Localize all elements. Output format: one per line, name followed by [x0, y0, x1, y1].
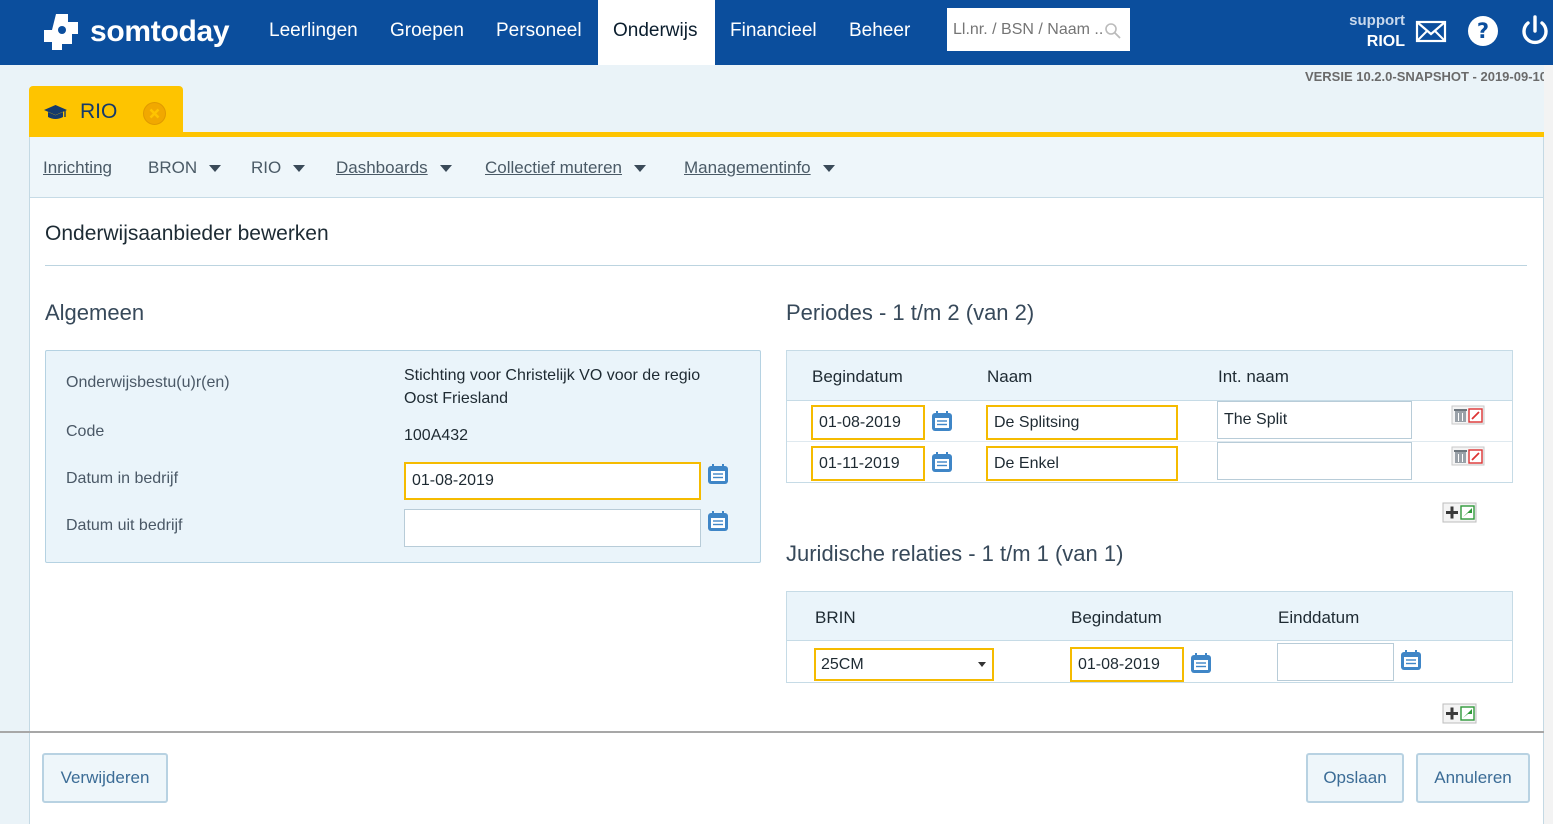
- delete-button[interactable]: Verwijderen: [42, 753, 168, 803]
- scrollbar[interactable]: [1544, 65, 1553, 824]
- section-title-algemeen: Algemeen: [45, 300, 145, 325]
- nav-beheer[interactable]: Beheer: [834, 0, 925, 65]
- divider: [45, 265, 1527, 266]
- nav-groepen[interactable]: Groepen: [375, 0, 479, 65]
- calendar-icon[interactable]: [1400, 649, 1422, 671]
- value-code: 100A432: [404, 427, 469, 444]
- caret-down-icon: [822, 164, 835, 172]
- calendar-icon[interactable]: [1190, 652, 1212, 674]
- dropdown-arrow-icon: [978, 662, 986, 667]
- periode-naam-input[interactable]: [986, 405, 1178, 440]
- column-header-begindatum: Begindatum: [812, 367, 903, 386]
- section-title-periodes: Periodes - 1 t/m 2 (van 2): [786, 300, 1035, 325]
- subnav-rio[interactable]: RIO: [251, 158, 306, 178]
- help-icon[interactable]: ?: [1466, 14, 1500, 48]
- column-header-begindatum: Begindatum: [1071, 608, 1162, 627]
- logo-text: somtoday: [90, 15, 230, 48]
- caret-down-icon: [209, 164, 222, 172]
- page-title: Onderwijsaanbieder bewerken: [45, 222, 329, 245]
- search-icon[interactable]: [1104, 22, 1122, 40]
- nav-financieel[interactable]: Financieel: [715, 0, 832, 65]
- top-bar: somtoday Leerlingen Groepen Personeel On…: [0, 0, 1553, 65]
- relatie-begindatum-input[interactable]: [1070, 647, 1184, 682]
- column-header-int-naam: Int. naam: [1218, 367, 1289, 386]
- cancel-button[interactable]: Annuleren: [1416, 753, 1530, 803]
- power-icon[interactable]: [1518, 14, 1552, 48]
- graduation-cap-icon: [44, 105, 67, 119]
- calendar-icon[interactable]: [931, 451, 953, 473]
- delete-row-icon[interactable]: [1451, 446, 1485, 466]
- label-datum-uit-bedrijf: Datum uit bedrijf: [66, 517, 183, 534]
- subnav-bron-label: BRON: [148, 158, 198, 177]
- subnav-dashboards-label: Dashboards: [336, 158, 428, 177]
- tab-label: RIO: [80, 100, 118, 123]
- user-role: support: [1349, 12, 1405, 29]
- user-name: RIOL: [1366, 33, 1405, 50]
- label-code: Code: [66, 423, 105, 440]
- nav-personeel[interactable]: Personeel: [481, 0, 597, 65]
- logo-icon: [44, 14, 78, 50]
- subnav-bron[interactable]: BRON: [148, 158, 222, 178]
- column-header-brin: BRIN: [815, 608, 856, 627]
- brin-select-value: 25CM: [821, 656, 864, 673]
- subnav-collectief-label: Collectief muteren: [485, 158, 623, 177]
- datum-in-bedrijf-input[interactable]: [404, 462, 701, 500]
- mail-icon[interactable]: [1414, 14, 1448, 48]
- close-icon[interactable]: [142, 101, 167, 126]
- save-button[interactable]: Opslaan: [1306, 753, 1404, 803]
- subnav-managementinfo[interactable]: Managementinfo: [684, 158, 835, 178]
- datum-uit-bedrijf-input[interactable]: [404, 509, 701, 547]
- periode-begindatum-input[interactable]: [811, 446, 925, 481]
- subnav-dashboards[interactable]: Dashboards: [336, 158, 452, 178]
- value-onderwijsbestuur-line1: Stichting voor Christelijk VO voor de re…: [404, 367, 701, 384]
- relatie-einddatum-input[interactable]: [1277, 643, 1394, 681]
- caret-down-icon: [439, 164, 452, 172]
- subnav-inrichting[interactable]: Inrichting: [43, 158, 112, 178]
- nav-leerlingen[interactable]: Leerlingen: [254, 0, 373, 65]
- column-header-naam: Naam: [987, 367, 1033, 386]
- periode-int-naam-input[interactable]: [1217, 401, 1412, 439]
- logo[interactable]: somtoday: [42, 8, 230, 56]
- brin-select[interactable]: 25CM: [814, 648, 994, 681]
- add-row-icon[interactable]: [1442, 502, 1477, 523]
- nav-onderwijs[interactable]: Onderwijs: [598, 0, 715, 65]
- user-info: support RIOL: [1330, 10, 1405, 52]
- label-datum-in-bedrijf: Datum in bedrijf: [66, 470, 179, 487]
- label-onderwijsbestuur: Onderwijsbestu(u)r(en): [66, 374, 230, 391]
- subnav-rio-label: RIO: [251, 158, 282, 177]
- value-onderwijsbestuur: Stichting voor Christelijk VO voor de re…: [404, 364, 754, 410]
- subnav-collectief-muteren[interactable]: Collectief muteren: [485, 158, 647, 178]
- version-label: VERSIE 10.2.0-SNAPSHOT - 2019-09-10: [1304, 69, 1547, 84]
- calendar-icon[interactable]: [707, 463, 729, 485]
- caret-down-icon: [634, 164, 647, 172]
- search-input[interactable]: [947, 8, 1130, 51]
- periode-begindatum-input[interactable]: [811, 405, 925, 440]
- column-header-einddatum: Einddatum: [1278, 608, 1360, 627]
- delete-row-icon[interactable]: [1451, 405, 1485, 425]
- section-title-juridische-relaties: Juridische relaties - 1 t/m 1 (van 1): [786, 541, 1124, 566]
- periode-naam-input[interactable]: [986, 446, 1178, 481]
- calendar-icon[interactable]: [931, 410, 953, 432]
- add-row-icon[interactable]: [1442, 703, 1477, 724]
- caret-down-icon: [293, 164, 306, 172]
- svg-text:?: ?: [1477, 19, 1489, 43]
- subnav-inrichting-label: Inrichting: [43, 158, 112, 177]
- periode-int-naam-input[interactable]: [1217, 442, 1412, 480]
- calendar-icon[interactable]: [707, 510, 729, 532]
- subnav-managementinfo-label: Managementinfo: [684, 158, 811, 177]
- value-onderwijsbestuur-line2: Oost Friesland: [404, 390, 509, 407]
